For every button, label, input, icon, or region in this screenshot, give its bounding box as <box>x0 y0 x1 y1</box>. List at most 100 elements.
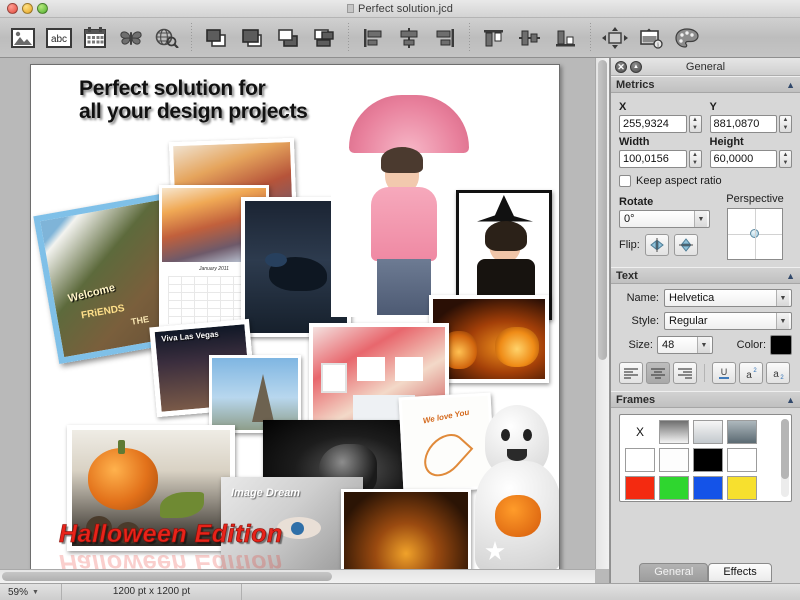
align-center-horizontal-button[interactable] <box>392 21 426 55</box>
bring-forward-button[interactable] <box>235 21 269 55</box>
section-header-metrics[interactable]: Metrics ▲ <box>611 76 800 93</box>
frame-red-swatch[interactable] <box>625 476 655 500</box>
zoom-value: 59% <box>8 586 29 598</box>
x-stepper[interactable]: ▲ ▼ <box>688 115 702 133</box>
align-top-button[interactable] <box>477 21 511 55</box>
toolbar-separator <box>348 22 349 53</box>
insert-calendar-button[interactable] <box>78 21 112 55</box>
bring-to-front-button[interactable] <box>199 21 233 55</box>
chevron-up-icon[interactable]: ▲ <box>786 271 795 281</box>
canvas-vertical-scrollbar[interactable] <box>595 58 609 569</box>
frame-green-swatch[interactable] <box>659 476 689 500</box>
width-stepper[interactable]: ▲ ▼ <box>688 150 702 168</box>
y-input[interactable]: 881,0870 <box>709 115 777 133</box>
align-text-right-button[interactable] <box>673 362 697 384</box>
chevron-up-icon[interactable]: ▲ <box>786 395 795 405</box>
rotate-select[interactable]: 0° ▼ <box>619 210 710 228</box>
frame-blue-swatch[interactable] <box>693 476 723 500</box>
send-to-back-button[interactable] <box>307 21 341 55</box>
insert-image-button[interactable] <box>6 21 40 55</box>
flip-vertical-button[interactable] <box>673 234 698 256</box>
perspective-control[interactable]: Perspective <box>718 193 792 260</box>
photo-ghost-figurine[interactable] <box>461 395 559 583</box>
main-toolbar: abc i <box>0 18 800 58</box>
canvas-horizontal-scroll-thumb[interactable] <box>2 572 332 581</box>
frames-scrollbar[interactable] <box>781 419 789 497</box>
chevron-down-icon[interactable]: ▼ <box>776 313 789 329</box>
height-stepper[interactable]: ▲ ▼ <box>779 150 792 168</box>
font-color-label: Color: <box>736 339 766 351</box>
keep-aspect-ratio-row[interactable]: Keep aspect ratio <box>619 175 792 187</box>
x-input[interactable]: 255,9324 <box>619 115 687 133</box>
insert-text-button[interactable]: abc <box>42 21 76 55</box>
flip-horizontal-button[interactable] <box>644 234 669 256</box>
svg-text:U: U <box>721 367 728 377</box>
chevron-down-icon[interactable]: ▼ <box>694 211 707 227</box>
frame-yellow-swatch[interactable] <box>727 476 757 500</box>
metrics-xy-fields: 255,9324 ▲ ▼ 881,0870 ▲ ▼ <box>619 115 792 133</box>
footer-text[interactable]: Halloween Edition <box>59 520 283 549</box>
svg-text:a: a <box>773 369 779 380</box>
frame-gradient-gray-3-swatch[interactable] <box>727 420 757 444</box>
height-input[interactable]: 60,0000 <box>709 150 777 168</box>
toolbar-group-align-vertical <box>477 21 583 55</box>
font-name-row: Name: Helvetica ▼ Style: Regular ▼ <box>619 289 792 330</box>
underline-button[interactable]: U <box>712 362 736 384</box>
frames-scroll-thumb[interactable] <box>781 419 789 479</box>
y-stepper[interactable]: ▲ ▼ <box>779 115 792 133</box>
keep-aspect-ratio-checkbox[interactable] <box>619 175 631 187</box>
frame-none-swatch[interactable]: X <box>625 420 655 444</box>
perspective-label: Perspective <box>726 193 784 205</box>
subscript-button[interactable]: a2 <box>766 362 790 384</box>
send-backward-button[interactable] <box>271 21 305 55</box>
section-header-text[interactable]: Text ▲ <box>611 267 800 284</box>
application-window: Perfect solution.jcd abc i Perfect solut… <box>0 0 800 600</box>
frames-grid: X <box>625 420 786 500</box>
align-middle-button[interactable] <box>513 21 547 55</box>
chevron-down-icon[interactable]: ▼ <box>32 589 39 596</box>
frame-white-1-swatch[interactable] <box>625 448 655 472</box>
web-search-button[interactable] <box>150 21 184 55</box>
align-left-button[interactable] <box>356 21 390 55</box>
section-header-frames[interactable]: Frames ▲ <box>611 391 800 408</box>
frames-list[interactable]: X <box>619 414 792 502</box>
window-title: Perfect solution.jcd <box>0 3 800 15</box>
toolbar-separator <box>590 22 591 53</box>
image-properties-button[interactable]: i <box>634 21 668 55</box>
move-resize-button[interactable] <box>598 21 632 55</box>
align-bottom-button[interactable] <box>549 21 583 55</box>
insert-clipart-button[interactable] <box>114 21 148 55</box>
frame-white-2-swatch[interactable] <box>659 448 689 472</box>
document-page[interactable]: Perfect solution for all your design pro… <box>30 64 560 583</box>
canvas-area[interactable]: Perfect solution for all your design pro… <box>0 58 610 583</box>
perspective-grid[interactable] <box>727 208 783 260</box>
font-style-select[interactable]: Regular ▼ <box>664 312 792 330</box>
align-right-button[interactable] <box>428 21 462 55</box>
align-text-left-button[interactable] <box>619 362 643 384</box>
section-body-text: Name: Helvetica ▼ Style: Regular ▼ Size: <box>611 284 800 391</box>
superscript-button[interactable]: a2 <box>739 362 763 384</box>
workspace: Perfect solution for all your design pro… <box>0 58 800 583</box>
font-size-select[interactable]: 48 ▼ <box>657 336 713 354</box>
zoom-control[interactable]: 59% ▼ <box>0 584 62 600</box>
canvas-horizontal-scrollbar[interactable] <box>0 569 595 583</box>
tab-general[interactable]: General <box>639 563 709 582</box>
chevron-up-icon[interactable]: ▲ <box>786 80 795 90</box>
perspective-handle[interactable] <box>750 229 759 238</box>
width-input[interactable]: 100,0156 <box>619 150 687 168</box>
photo-label-welcome: Welcome <box>66 281 117 306</box>
font-name-select[interactable]: Helvetica ▼ <box>664 289 792 307</box>
chevron-down-icon[interactable]: ▼ <box>697 337 710 353</box>
frame-black-swatch[interactable] <box>693 448 723 472</box>
color-palette-button[interactable] <box>670 21 704 55</box>
frame-gradient-gray-1-swatch[interactable] <box>659 420 689 444</box>
photo-label-viva-las-vegas: Viva Las Vegas <box>160 329 220 344</box>
canvas-vertical-scroll-thumb[interactable] <box>598 60 607 360</box>
frame-gradient-gray-2-swatch[interactable] <box>693 420 723 444</box>
frame-white-3-swatch[interactable] <box>727 448 757 472</box>
font-color-swatch[interactable] <box>770 335 792 355</box>
tab-effects[interactable]: Effects <box>708 563 772 582</box>
align-text-center-button[interactable] <box>646 362 670 384</box>
chevron-down-icon[interactable]: ▼ <box>776 290 789 306</box>
photo-label-friends: FRiENDS <box>80 302 126 322</box>
